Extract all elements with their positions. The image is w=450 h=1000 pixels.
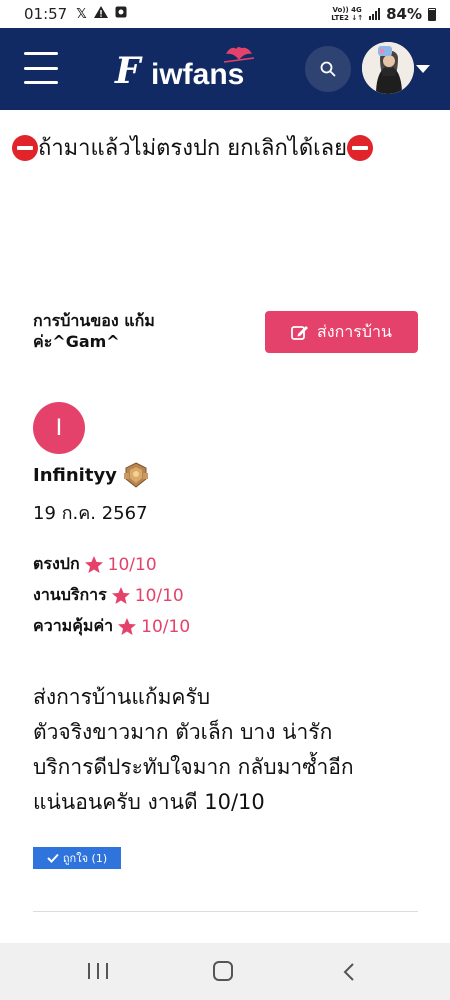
status-bar: 01:57 𝕏 Vo)) 4G LTE2 ↓↑ 84%	[0, 0, 450, 28]
battery-icon	[428, 7, 436, 21]
site-logo[interactable]: F iwfans	[115, 44, 265, 94]
network-indicator: Vo)) 4G LTE2 ↓↑	[331, 6, 363, 22]
review-line: ตัวจริงขาวมาก ตัวเล็ก บาง น่ารัก	[33, 720, 333, 744]
like-label: ถูกใจ (1)	[62, 852, 108, 865]
edit-icon	[291, 326, 309, 340]
homework-title-line: การบ้านของ แก้ม	[33, 311, 155, 330]
battery-percent: 84%	[386, 5, 422, 23]
network-line-1: Vo)) 4G	[332, 6, 362, 14]
logo-initial: F	[115, 50, 141, 92]
review-line: ส่งการบ้านแก้มครับ	[33, 685, 211, 709]
menu-icon[interactable]	[24, 52, 58, 84]
no-entry-icon	[12, 134, 38, 161]
rating-value: 10/10	[141, 616, 191, 637]
reviewer-name[interactable]: Infinityy	[33, 465, 117, 486]
x-logo-icon: 𝕏	[76, 6, 87, 22]
star-icon	[84, 555, 103, 573]
recents-icon[interactable]	[88, 963, 108, 979]
star-icon	[111, 586, 130, 604]
send-homework-label: ส่งการบ้าน	[317, 321, 392, 341]
star-icon	[118, 617, 137, 635]
search-button[interactable]	[305, 46, 351, 92]
reviewer-info: Infinityy	[33, 461, 150, 489]
check-icon	[47, 853, 59, 863]
homework-title-line: ค่ะ^Gam^	[33, 332, 120, 351]
rating-label: ตรงปก	[33, 554, 80, 573]
review-body: ส่งการบ้านแก้มครับ ตัวจริงขาวมาก ตัวเล็ก…	[33, 680, 433, 820]
rank-badge-icon	[123, 462, 148, 488]
send-homework-button[interactable]: ส่งการบ้าน	[265, 311, 418, 353]
review-line: แน่นอนครับ งานดี 10/10	[33, 790, 265, 814]
headline-text: ถ้ามาแล้วไม่ตรงปก ยกเลิกได้เลย	[38, 136, 348, 161]
app-header: F iwfans	[0, 28, 450, 110]
rating-row: ตรงปก 10/10	[33, 552, 157, 577]
page-headline: ถ้ามาแล้วไม่ตรงปก ยกเลิกได้เลย	[12, 130, 442, 165]
rating-label: งานบริการ	[33, 585, 107, 604]
rating-label: ความคุ้มค่า	[33, 616, 114, 635]
no-entry-icon	[347, 134, 374, 161]
status-time: 01:57	[24, 5, 68, 23]
avatar-photo	[362, 42, 414, 94]
review-date: 19 ก.ค. 2567	[33, 503, 148, 524]
system-nav-bar	[0, 943, 450, 1000]
rating-row: งานบริการ 10/10	[33, 583, 184, 608]
back-icon[interactable]	[343, 963, 355, 981]
account-dropdown-icon[interactable]	[416, 65, 430, 73]
homework-title: การบ้านของ แก้ม ค่ะ^Gam^	[33, 310, 248, 352]
cupid-icon	[223, 47, 255, 63]
review-line: บริการดีประทับใจมาก กลับมาซ้ำอีก	[33, 755, 354, 779]
like-button[interactable]: ถูกใจ (1)	[33, 847, 121, 869]
rating-value: 10/10	[107, 554, 157, 575]
rating-value: 10/10	[134, 585, 184, 606]
user-avatar[interactable]	[362, 42, 414, 94]
warning-icon	[93, 6, 108, 22]
rating-row: ความคุ้มค่า 10/10	[33, 614, 190, 639]
divider	[33, 911, 418, 912]
reviewer-avatar[interactable]: I	[33, 402, 85, 454]
photo-icon	[115, 6, 127, 22]
home-icon[interactable]	[213, 961, 233, 981]
signal-icon	[369, 8, 381, 20]
notification-icons: 𝕏	[76, 6, 127, 22]
network-line-2: LTE2 ↓↑	[331, 14, 364, 22]
search-icon	[320, 61, 336, 77]
